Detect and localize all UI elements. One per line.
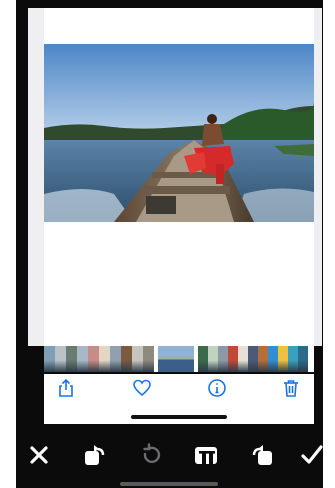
filmstrip-thumbnail[interactable] [132,346,143,372]
filmstrip-thumbnail[interactable] [268,346,278,372]
rotate-right-icon[interactable] [249,442,275,468]
filmstrip-thumbnail[interactable] [288,346,298,372]
filmstrip-thumbnail[interactable] [88,346,99,372]
filmstrip-left-thumbnails [44,346,154,372]
reset-icon[interactable] [138,442,164,468]
close-icon[interactable] [26,442,52,468]
rotate-left-icon[interactable] [82,442,108,468]
edit-toolbar [16,432,323,476]
filmstrip-thumbnail[interactable] [99,346,110,372]
filmstrip-thumbnail[interactable] [208,346,218,372]
heart-icon[interactable] [132,378,152,398]
trash-icon[interactable] [281,378,301,398]
preview-edge-left [28,8,44,346]
filmstrip-thumbnail[interactable] [278,346,288,372]
filmstrip-selected-thumbnail[interactable] [158,346,194,372]
filmstrip-thumbnail[interactable] [77,346,88,372]
photo-preview[interactable] [44,44,314,222]
aspect-ratio-icon[interactable] [193,442,219,468]
filmstrip-thumbnail[interactable] [110,346,121,372]
checkmark-icon[interactable] [299,442,325,468]
filmstrip-thumbnail[interactable] [228,346,238,372]
filmstrip-thumbnail[interactable] [218,346,228,372]
home-indicator [120,482,218,486]
info-icon[interactable] [207,378,227,398]
filmstrip-thumbnail[interactable] [66,346,77,372]
filmstrip-right-thumbnails [198,346,308,372]
preview-edge-right [314,8,322,346]
preview-top-area [44,8,314,44]
preview-blank-area [44,222,314,346]
filmstrip-thumbnail[interactable] [238,346,248,372]
filmstrip-thumbnail[interactable] [198,346,208,372]
page-margin-left [0,0,16,488]
preview-home-indicator [131,415,227,419]
share-icon[interactable] [56,378,76,398]
filmstrip-thumbnail[interactable] [298,346,308,372]
boat-photo [44,44,314,222]
preview-home-indicator-area [44,402,314,424]
filmstrip-thumbnail[interactable] [121,346,132,372]
filmstrip-thumbnail[interactable] [143,346,154,372]
filmstrip[interactable] [44,346,314,372]
filmstrip-thumbnail[interactable] [44,346,55,372]
page-margin-right [323,0,335,488]
filmstrip-thumbnail[interactable] [248,346,258,372]
filmstrip-thumbnail[interactable] [258,346,268,372]
photo-actions-bar [44,374,314,402]
filmstrip-thumbnail[interactable] [55,346,66,372]
